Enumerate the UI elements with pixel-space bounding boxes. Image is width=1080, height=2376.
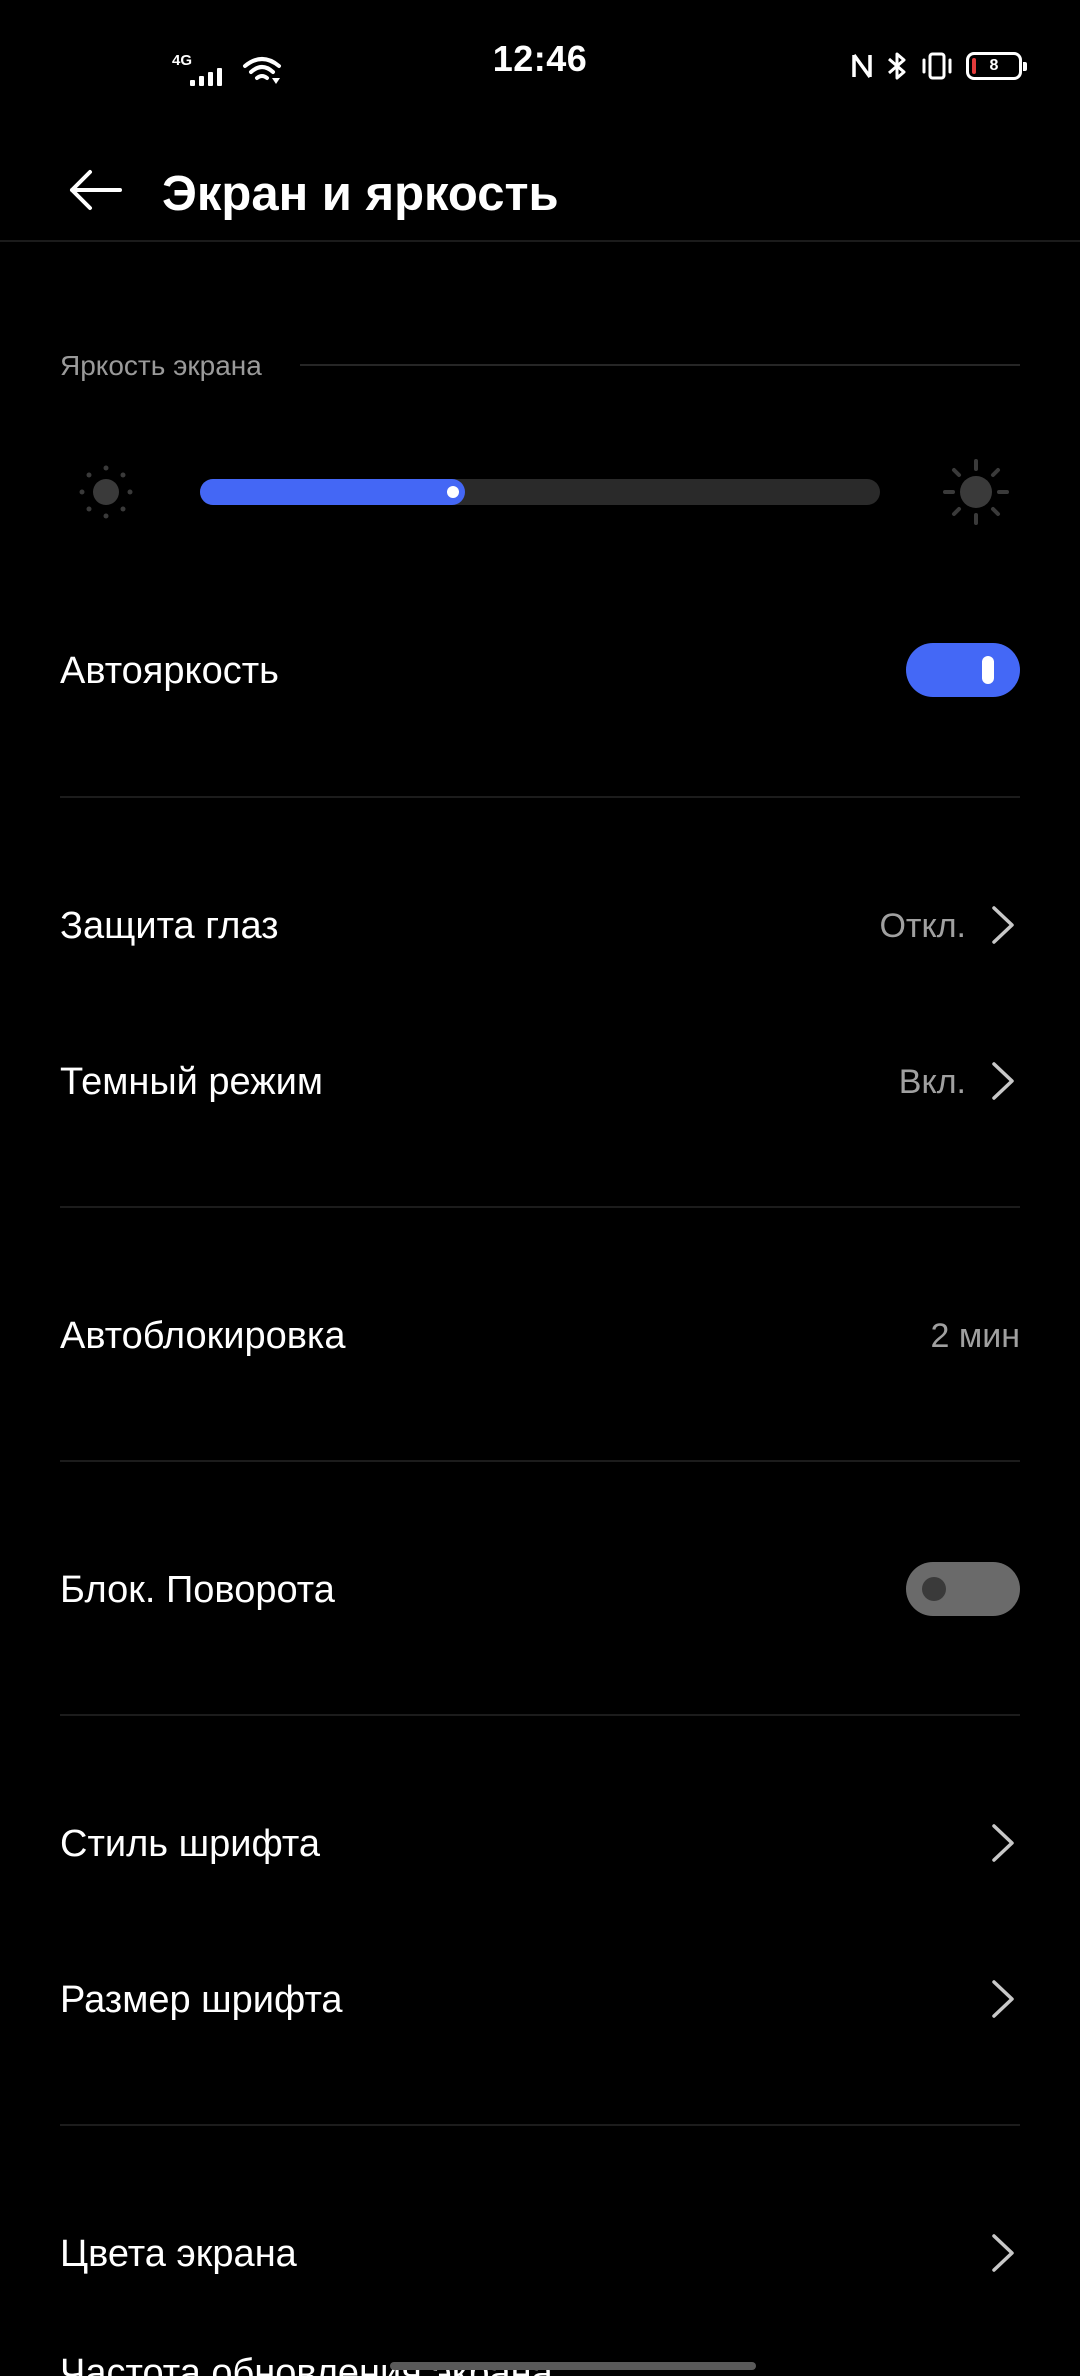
divider <box>60 2124 1020 2126</box>
auto-brightness-label: Автояркость <box>60 650 279 692</box>
bluetooth-icon <box>888 52 906 80</box>
battery-level: 8 <box>989 57 999 74</box>
row-auto-brightness[interactable]: Автояркость <box>0 620 1080 720</box>
row-dark-mode[interactable]: Темный режим Вкл. <box>0 1031 1080 1131</box>
eye-protection-value: Откл. <box>879 907 966 945</box>
screen-colors-label: Цвета экрана <box>60 2233 297 2275</box>
row-rotation-lock[interactable]: Блок. Поворота <box>0 1539 1080 1639</box>
dark-mode-label: Темный режим <box>60 1061 324 1103</box>
row-font-style[interactable]: Стиль шрифта <box>0 1793 1080 1893</box>
home-indicator[interactable] <box>390 2362 756 2370</box>
brightness-low-icon <box>79 465 133 519</box>
brightness-slider-thumb[interactable] <box>447 486 459 498</box>
dark-mode-value: Вкл. <box>898 1063 966 1101</box>
chevron-right-icon <box>992 1062 1014 1100</box>
chevron-right-icon <box>992 906 1014 944</box>
section-divider <box>300 364 1020 366</box>
row-screen-colors[interactable]: Цвета экрана <box>0 2203 1080 2303</box>
divider <box>60 1714 1020 1716</box>
auto-brightness-toggle[interactable] <box>906 643 1020 697</box>
divider <box>60 1460 1020 1462</box>
status-bar: 4G 12:46 8 <box>0 0 1080 130</box>
header-divider <box>0 240 1080 242</box>
arrow-left-icon <box>70 170 122 210</box>
chevron-right-icon <box>992 1980 1014 2018</box>
back-button[interactable] <box>48 142 144 238</box>
nfc-icon <box>852 53 872 79</box>
app-header: Экран и яркость <box>0 130 1080 240</box>
row-font-size[interactable]: Размер шрифта <box>0 1949 1080 2049</box>
brightness-high-icon <box>943 459 1009 525</box>
status-right-icons: 8 <box>850 48 1027 84</box>
font-style-label: Стиль шрифта <box>60 1823 320 1865</box>
battery-icon: 8 <box>966 52 1027 80</box>
row-auto-lock[interactable]: Автоблокировка 2 мин <box>0 1285 1080 1385</box>
page-title: Экран и яркость <box>162 167 559 221</box>
rotation-lock-label: Блок. Поворота <box>60 1569 335 1611</box>
divider <box>60 796 1020 798</box>
section-label-brightness: Яркость экрана <box>60 350 262 381</box>
font-size-label: Размер шрифта <box>60 1979 343 2021</box>
divider <box>60 1206 1020 1208</box>
rotation-lock-toggle[interactable] <box>906 1562 1020 1616</box>
brightness-slider-fill <box>200 479 465 505</box>
eye-protection-label: Защита глаз <box>60 905 279 947</box>
vibrate-icon <box>922 52 952 80</box>
chevron-right-icon <box>992 2234 1014 2272</box>
row-eye-protection[interactable]: Защита глаз Откл. <box>0 875 1080 975</box>
auto-lock-value: 2 мин <box>930 1317 1021 1355</box>
chevron-right-icon <box>992 1824 1014 1862</box>
auto-lock-label: Автоблокировка <box>60 1315 346 1357</box>
brightness-slider[interactable] <box>200 479 880 505</box>
